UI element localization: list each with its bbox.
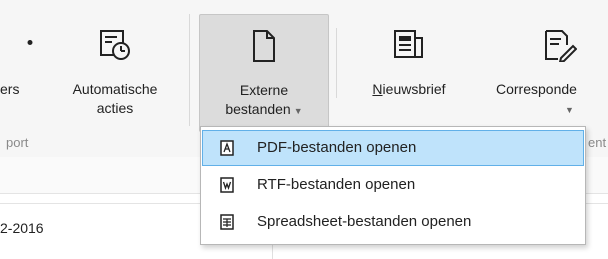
partial-button-label: ers — [0, 81, 20, 97]
partial-button-icon — [27, 40, 33, 45]
externe-bestanden-label-line1: Externe — [239, 82, 289, 98]
ribbon-separator — [189, 14, 190, 126]
partial-ribbon-button[interactable]: ers — [0, 14, 40, 130]
nieuwsbrief-button[interactable]: Nieuwsbrief — [348, 14, 470, 130]
ribbon-separator — [336, 28, 337, 98]
menu-item-label: PDF-bestanden openen — [257, 139, 417, 156]
file-icon — [251, 29, 277, 66]
menu-item-pdf-openen[interactable]: PDF-bestanden openen — [202, 130, 584, 166]
automatische-acties-label-line1: Automatische — [72, 81, 158, 97]
nieuwsbrief-label: ieuwsbrief — [382, 81, 446, 97]
menu-item-label: RTF-bestanden openen — [257, 176, 416, 193]
spreadsheet-file-icon — [220, 214, 234, 234]
nieuwsbrief-label-accesskey: N — [372, 81, 383, 97]
menu-item-spreadsheet-openen[interactable]: Spreadsheet-bestanden openen — [202, 204, 584, 240]
correspondentie-button[interactable]: Corresponde ▼ — [488, 14, 608, 130]
automatische-acties-label-line2: acties — [96, 100, 134, 116]
chevron-down-icon: ▼ — [565, 105, 574, 115]
document-edit-icon — [543, 28, 578, 65]
automatische-acties-button[interactable]: Automatische acties — [52, 14, 178, 130]
menu-item-rtf-openen[interactable]: RTF-bestanden openen — [202, 167, 584, 203]
pdf-file-icon — [220, 140, 234, 160]
clock-document-icon — [98, 28, 132, 65]
rtf-file-icon — [220, 177, 234, 197]
group-footer-label-left: port — [6, 135, 29, 150]
chevron-down-icon: ▼ — [293, 106, 303, 116]
newsletter-icon — [392, 28, 426, 63]
externe-bestanden-dropdown: PDF-bestanden openen RTF-bestanden opene… — [200, 126, 586, 245]
table-cell-date: 2-2016 — [0, 220, 44, 236]
group-footer-label-right: ent — [588, 135, 607, 150]
correspondentie-label: Corresponde — [496, 81, 577, 97]
externe-bestanden-button[interactable]: Externe bestanden ▼ — [199, 14, 329, 132]
externe-bestanden-label-line2: bestanden — [225, 101, 291, 117]
menu-item-label: Spreadsheet-bestanden openen — [257, 213, 472, 230]
